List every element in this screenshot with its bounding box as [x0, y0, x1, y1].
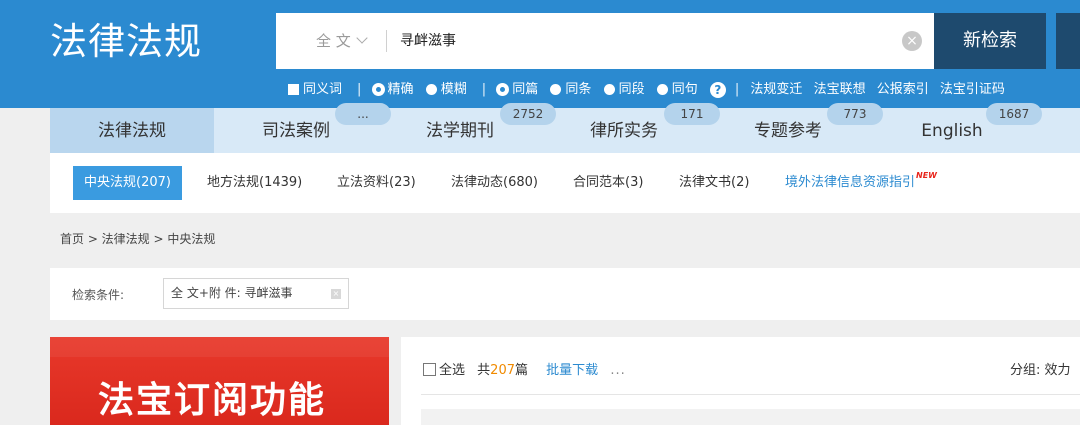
- results-toolbar: 全选 共207篇 批量下载 ...: [423, 359, 626, 378]
- tab-badge-topics: 773: [827, 103, 883, 125]
- clear-icon[interactable]: ×: [902, 31, 922, 51]
- sub-legal-documents[interactable]: 法律文书(2): [679, 166, 749, 200]
- new-search-button[interactable]: 新检索: [934, 13, 1046, 69]
- subscription-banner[interactable]: 法宝订阅功能: [50, 337, 389, 425]
- same-sentence-radio[interactable]: [656, 83, 668, 95]
- sub-local-laws[interactable]: 地方法规(1439): [207, 166, 302, 200]
- search-scope-select[interactable]: 全 文: [316, 13, 368, 69]
- subcategory-nav: 中央法规(207) 地方法规(1439) 立法资料(23) 法律动态(680) …: [50, 153, 1080, 213]
- more-icon[interactable]: ...: [610, 363, 625, 378]
- conditions-label: 检索条件:: [72, 288, 125, 302]
- select-all-label: 全选: [439, 363, 466, 378]
- search-conditions-panel: 检索条件: 全 文+附 件: 寻衅滋事 ×: [50, 268, 1080, 320]
- same-paragraph-radio[interactable]: [603, 83, 615, 95]
- fuzzy-radio[interactable]: [425, 83, 437, 95]
- total-suffix: 篇: [515, 363, 529, 378]
- same-paragraph-label: 同段: [618, 82, 645, 97]
- foreign-law-guide-label: 境外法律信息资源指引: [785, 175, 916, 190]
- search-options: 同义词 | 精确 模糊 | 同篇 同条 同段 同句 ? | 法规变迁 法宝联想 公报索…: [288, 79, 1012, 101]
- results-panel: 全选 共207篇 批量下载 ... 分组: 效力: [401, 337, 1080, 425]
- exact-radio[interactable]: [372, 83, 384, 95]
- link-fabao-association[interactable]: 法宝联想: [814, 79, 866, 101]
- search-input[interactable]: [400, 13, 880, 69]
- chevron-down-icon: [356, 32, 368, 44]
- batch-download-link[interactable]: 批量下载: [546, 363, 598, 378]
- select-all-checkbox[interactable]: [423, 363, 436, 376]
- sub-legislative-materials[interactable]: 立法资料(23): [337, 166, 416, 200]
- exact-label: 精确: [387, 82, 414, 97]
- link-law-changes[interactable]: 法规变迁: [750, 79, 802, 101]
- sub-legal-news[interactable]: 法律动态(680): [451, 166, 538, 200]
- synonym-checkbox[interactable]: [288, 83, 299, 95]
- same-article-label: 同条: [565, 82, 592, 97]
- condition-chip: 全 文+附 件: 寻衅滋事 ×: [163, 278, 349, 309]
- tab-badge-practice: 171: [664, 103, 720, 125]
- synonym-label: 同义词: [303, 82, 343, 97]
- table-row: [421, 409, 1080, 425]
- help-icon[interactable]: ?: [709, 82, 726, 98]
- same-article-radio[interactable]: [550, 83, 562, 95]
- group-by-select[interactable]: 分组: 效力: [1010, 359, 1071, 378]
- tab-laws[interactable]: 法律法规: [50, 108, 214, 153]
- same-sentence-label: 同句: [671, 82, 698, 97]
- breadcrumb[interactable]: 首页 > 法律法规 > 中央法规: [60, 230, 215, 247]
- sub-central-laws[interactable]: 中央法规(207): [73, 166, 182, 200]
- banner-title: 法宝订阅功能: [98, 379, 327, 421]
- divider: [386, 30, 387, 52]
- sub-contract-templates[interactable]: 合同范本(3): [573, 166, 643, 200]
- tab-badge-cases: ...: [335, 103, 391, 125]
- total-prefix: 共: [477, 363, 491, 378]
- divider: [421, 394, 1080, 395]
- tab-badge-journals: 2752: [500, 103, 556, 125]
- page: 法律法规 全 文 × 新检索 同义词 | 精确 模糊 | 同篇 同条 同段 同句 ?…: [0, 0, 1080, 425]
- tab-badge-english: 1687: [986, 103, 1042, 125]
- condition-chip-text: 全 文+附 件: 寻衅滋事: [171, 286, 293, 300]
- close-icon[interactable]: ×: [331, 289, 341, 299]
- search-box: 全 文 ×: [276, 13, 934, 69]
- search-scope-label: 全 文: [316, 32, 351, 50]
- category-tabs: 法律法规 司法案例 法学期刊 律所实务 专题参考 English: [50, 108, 1080, 153]
- link-citation-code[interactable]: 法宝引证码: [940, 79, 1005, 101]
- header-bar: 法律法规 全 文 × 新检索 同义词 | 精确 模糊 | 同篇 同条 同段 同句 ?…: [0, 0, 1080, 108]
- separator: |: [734, 82, 740, 97]
- search-in-results-button[interactable]: [1056, 13, 1080, 69]
- sub-foreign-law-guide[interactable]: 境外法律信息资源指引NEW: [785, 166, 937, 200]
- same-doc-radio[interactable]: [497, 83, 509, 95]
- fuzzy-label: 模糊: [440, 82, 467, 97]
- site-logo[interactable]: 法律法规: [50, 20, 202, 64]
- separator: |: [357, 82, 362, 97]
- total-count: 207: [490, 363, 515, 378]
- link-gazette-index[interactable]: 公报索引: [877, 79, 929, 101]
- new-badge: NEW: [916, 171, 937, 180]
- same-doc-label: 同篇: [512, 82, 539, 97]
- separator: |: [481, 82, 487, 97]
- banner-decoration: [50, 337, 389, 357]
